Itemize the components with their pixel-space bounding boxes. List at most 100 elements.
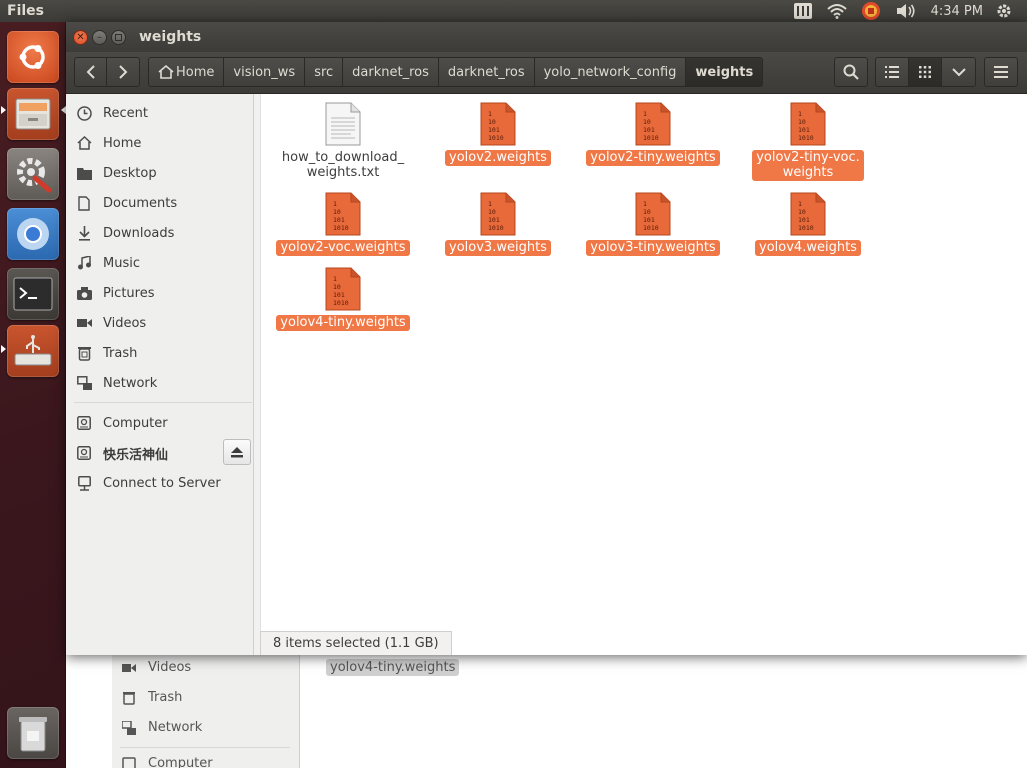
ubuntu-dash-icon[interactable] — [7, 31, 59, 83]
binary-glyph: 10 — [488, 208, 496, 216]
sidebar-item-label: Downloads — [103, 225, 175, 241]
binary-glyph: 101 — [333, 291, 345, 299]
sidebar-item-music[interactable]: Music — [66, 248, 253, 278]
binary-glyph: 1010 — [333, 299, 349, 307]
terminal-icon[interactable] — [7, 268, 59, 320]
sidebar-item-trash[interactable]: Trash — [66, 338, 253, 368]
home-icon — [158, 65, 174, 79]
background-sidebar-label: Videos — [148, 660, 192, 675]
chromium-icon[interactable] — [7, 208, 59, 260]
file-name: yolov2-tiny.weights — [586, 150, 720, 166]
sidebar-item-home[interactable]: Home — [66, 128, 253, 158]
places-sidebar: Recent Home Desktop Documents Downloads — [66, 94, 254, 655]
file-item[interactable]: 1 10 101 1010 yolov2-tiny-voc. weights — [728, 102, 888, 181]
list-view-button[interactable] — [876, 58, 909, 86]
breadcrumb-vision-ws[interactable]: vision_ws — [224, 58, 306, 86]
minimize-icon: – — [97, 31, 102, 43]
file-item[interactable]: 1 10 101 1010 yolov4-tiny.weights — [263, 267, 423, 331]
breadcrumb-weights[interactable]: weights — [686, 58, 763, 86]
sidebar-item-desktop[interactable]: Desktop — [66, 158, 253, 188]
navigation-buttons — [74, 57, 140, 87]
sidebar-item-recent[interactable]: Recent — [66, 98, 253, 128]
forward-button[interactable] — [107, 58, 139, 86]
video-icon — [122, 661, 136, 675]
selection-status: 8 items selected (1.1 GB) — [273, 636, 439, 651]
background-sidebar-label: Computer — [148, 756, 213, 768]
background-sidebar-item[interactable]: Computer — [122, 756, 213, 768]
file-grid[interactable]: how_to_download_ weights.txt 1 10 101 1010 … — [260, 94, 1027, 655]
server-network-icon — [76, 475, 92, 491]
file-name: how_to_download_ weights.txt — [281, 150, 405, 180]
sidebar-item-device[interactable]: 快乐活神仙 — [66, 438, 216, 468]
binary-file-icon: 1 10 101 1010 — [325, 267, 361, 311]
search-icon — [843, 64, 859, 80]
eject-button[interactable] — [223, 439, 251, 465]
app-menu-title[interactable]: Files — [0, 3, 44, 19]
breadcrumb-yolo-network-config[interactable]: yolo_network_config — [535, 58, 687, 86]
binary-glyph: 10 — [643, 118, 651, 126]
input-method-icon[interactable] — [861, 0, 881, 22]
binary-glyph: 10 — [798, 208, 806, 216]
usb-creator-icon[interactable] — [7, 325, 59, 377]
sidebar-item-pictures[interactable]: Pictures — [66, 278, 253, 308]
chevron-right-icon — [119, 65, 128, 79]
computer-drive-icon — [76, 415, 92, 431]
sidebar-item-videos[interactable]: Videos — [66, 308, 253, 338]
file-item[interactable]: 1 10 101 1010 yolov2-voc.weights — [263, 192, 423, 256]
breadcrumb-darknet-ros-2[interactable]: darknet_ros — [439, 58, 535, 86]
back-button[interactable] — [75, 58, 107, 86]
breadcrumb-darknet-ros-1[interactable]: darknet_ros — [343, 58, 439, 86]
binary-glyph: 1 — [488, 110, 492, 118]
file-item[interactable]: 1 10 101 1010 yolov3.weights — [418, 192, 578, 256]
sidebar-item-connect-to-server[interactable]: Connect to Server — [66, 468, 253, 498]
view-buttons — [875, 57, 976, 87]
drive-icon — [76, 445, 92, 461]
sidebar-item-downloads[interactable]: Downloads — [66, 218, 253, 248]
network-icon — [122, 720, 136, 735]
breadcrumb-home[interactable]: Home — [149, 58, 225, 86]
trash-icon[interactable] — [7, 707, 59, 759]
chevron-left-icon — [86, 65, 95, 79]
computer-icon — [122, 756, 136, 768]
network-icon — [76, 375, 92, 391]
background-file-label[interactable]: yolov4-tiny.weights — [326, 659, 460, 676]
search-button[interactable] — [835, 58, 867, 86]
file-item[interactable]: how_to_download_ weights.txt — [263, 102, 423, 181]
file-item[interactable]: 1 10 101 1010 yolov2.weights — [418, 102, 578, 166]
file-item[interactable]: 1 10 101 1010 yolov3-tiny.weights — [573, 192, 733, 256]
maximize-window-button[interactable] — [111, 30, 126, 45]
sidebar-item-computer[interactable]: Computer — [66, 408, 253, 438]
view-options-button[interactable] — [942, 58, 975, 86]
toolbar: Home vision_ws src darknet_ros darknet_r… — [66, 52, 1027, 94]
window-titlebar[interactable]: ✕ – weights — [66, 22, 1027, 52]
clock[interactable]: 4:34 PM — [931, 0, 983, 22]
app-menu-button[interactable] — [985, 58, 1017, 86]
wifi-icon[interactable] — [826, 0, 847, 22]
sidebar-item-network[interactable]: Network — [66, 368, 253, 398]
file-name: yolov2-voc.weights — [276, 240, 410, 256]
files-app-icon[interactable] — [7, 88, 59, 140]
binary-glyph: 101 — [333, 216, 345, 224]
background-sidebar-item[interactable]: Trash — [122, 690, 182, 705]
file-item[interactable]: 1 10 101 1010 yolov2-tiny.weights — [573, 102, 733, 166]
background-sidebar-item[interactable]: Network — [122, 720, 202, 735]
binary-file-icon: 1 10 101 1010 — [480, 192, 516, 236]
binary-file-icon: 1 10 101 1010 — [790, 192, 826, 236]
breadcrumb-src[interactable]: src — [305, 58, 344, 86]
system-settings-icon[interactable] — [7, 148, 59, 200]
power-gear-icon[interactable] — [995, 0, 1013, 22]
grid-view-button[interactable] — [909, 58, 942, 86]
trash-icon — [76, 345, 92, 361]
sidebar-item-documents[interactable]: Documents — [66, 188, 253, 218]
folder-icon — [76, 165, 92, 181]
close-window-button[interactable]: ✕ — [73, 30, 88, 45]
minimize-window-button[interactable]: – — [92, 30, 107, 45]
background-sidebar-item[interactable]: Videos — [122, 660, 191, 675]
volume-icon[interactable] — [895, 0, 917, 22]
binary-glyph: 10 — [643, 208, 651, 216]
file-name: yolov2-tiny-voc. weights — [752, 150, 864, 181]
background-sidebar-separator — [120, 747, 290, 748]
file-item[interactable]: 1 10 101 1010 yolov4.weights — [728, 192, 888, 256]
eject-icon — [231, 446, 243, 457]
keyboard-indicator-icon[interactable] — [793, 0, 813, 22]
